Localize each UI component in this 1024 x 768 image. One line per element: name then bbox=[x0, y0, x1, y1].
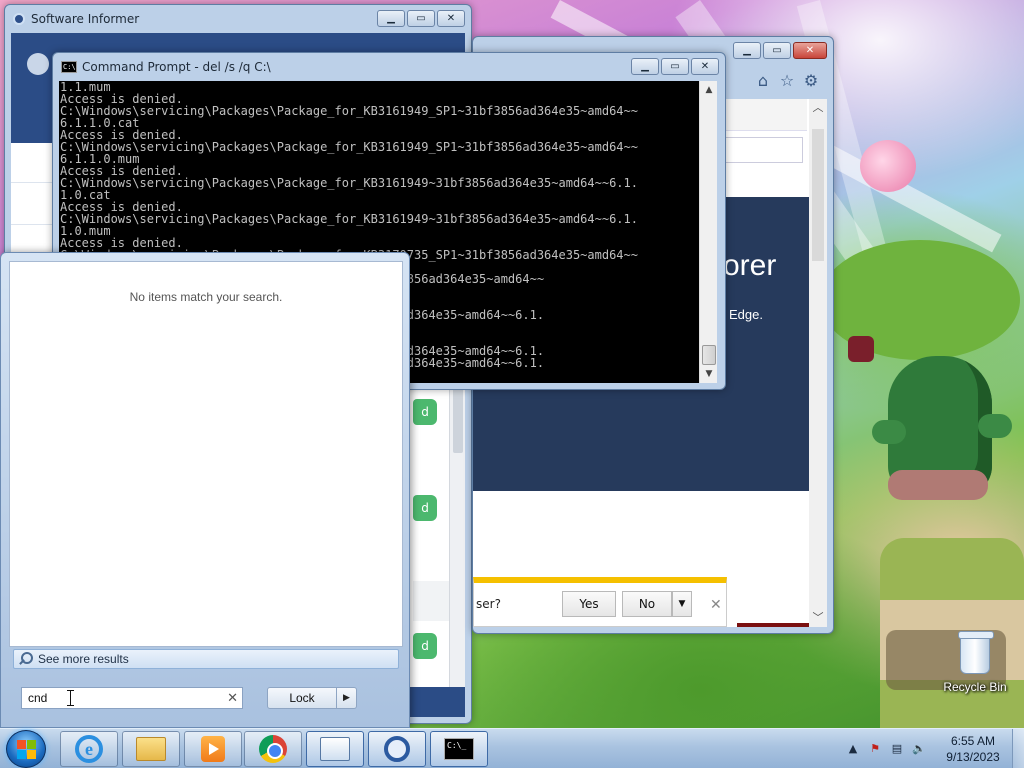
power-options-arrow-icon[interactable]: ▶ bbox=[337, 687, 357, 709]
clock-date: 9/13/2023 bbox=[946, 750, 1000, 764]
taskbar-on-screen-keyboard[interactable] bbox=[306, 731, 364, 767]
recycle-bin-icon bbox=[958, 631, 994, 674]
console-line: C:\Windows\servicing\Packages\Package_fo… bbox=[60, 104, 638, 118]
chevron-up-icon[interactable]: ︿ bbox=[811, 101, 825, 115]
no-button[interactable]: No bbox=[622, 591, 672, 617]
command-prompt-titlebar[interactable]: C:\ Command Prompt - del /s /q C:\ bbox=[53, 53, 725, 81]
download-button[interactable]: d bbox=[413, 633, 437, 659]
minimize-button[interactable]: ▁ bbox=[377, 10, 405, 27]
vertical-scrollbar[interactable]: ︿ ﹀ bbox=[809, 99, 827, 627]
red-cube bbox=[848, 336, 874, 362]
search-input-value: cnd bbox=[28, 691, 48, 705]
close-icon[interactable]: ✕ bbox=[710, 597, 722, 613]
maximize-button[interactable]: ▭ bbox=[763, 42, 791, 59]
system-clock[interactable]: 6:55 AM 9/13/2023 bbox=[938, 733, 1008, 765]
scroll-thumb[interactable] bbox=[812, 129, 824, 261]
scroll-down-arrow-icon[interactable]: ▼ bbox=[702, 367, 716, 381]
scroll-thumb[interactable] bbox=[702, 345, 716, 365]
start-button[interactable] bbox=[6, 730, 46, 768]
side-panel bbox=[11, 185, 55, 225]
notification-question: ser? bbox=[476, 597, 501, 611]
scroll-up-arrow-icon[interactable]: ▲ bbox=[702, 83, 716, 97]
network-icon[interactable]: ▤ bbox=[890, 742, 904, 756]
internet-explorer-icon: e bbox=[75, 735, 103, 763]
console-line: C:\Windows\servicing\Packages\Package_fo… bbox=[60, 176, 638, 190]
window-title: Software Informer bbox=[31, 12, 140, 26]
console-line: C:\Windows\servicing\Packages\Package_fo… bbox=[60, 140, 638, 154]
chevron-down-icon[interactable]: ﹀ bbox=[811, 611, 825, 625]
notification-bar: ser? Yes No ▼ ✕ bbox=[473, 577, 727, 627]
yes-button[interactable]: Yes bbox=[562, 591, 616, 617]
notification-area: ▲ ⚑ ▤ 🔈 bbox=[842, 729, 942, 768]
vertical-scrollbar[interactable]: ▲ ▼ bbox=[699, 81, 717, 383]
taskbar-windows-explorer[interactable] bbox=[122, 731, 180, 767]
close-button[interactable]: ✕ bbox=[437, 10, 465, 27]
close-button[interactable]: ✕ bbox=[691, 58, 719, 75]
software-informer-icon bbox=[13, 13, 25, 25]
donut-planet bbox=[860, 140, 916, 192]
search-results-list: No items match your search. bbox=[9, 261, 403, 647]
taskbar: e C:\_ ▲ ⚑ ▤ 🔈 6:55 AM 9/13/2023 bbox=[0, 728, 1024, 768]
download-button[interactable]: d bbox=[413, 495, 437, 521]
chrome-icon bbox=[259, 735, 287, 763]
close-button[interactable]: ✕ bbox=[793, 42, 827, 59]
user-icon[interactable] bbox=[27, 53, 49, 75]
taskbar-internet-explorer[interactable]: e bbox=[60, 731, 118, 767]
console-line: C:\Windows\servicing\Packages\Package_fo… bbox=[60, 212, 638, 226]
side-panel bbox=[11, 143, 55, 183]
lock-button[interactable]: Lock bbox=[267, 687, 337, 709]
volume-muted-icon[interactable]: 🔈 bbox=[912, 742, 926, 756]
search-icon bbox=[18, 652, 33, 666]
download-button[interactable]: d bbox=[413, 399, 437, 425]
maximize-button[interactable]: ▭ bbox=[661, 58, 689, 75]
maximize-button[interactable]: ▭ bbox=[407, 10, 435, 27]
see-more-results-link[interactable]: See more results bbox=[13, 649, 399, 669]
no-dropdown-arrow[interactable]: ▼ bbox=[672, 591, 692, 617]
show-desktop-button[interactable] bbox=[1012, 729, 1024, 768]
action-center-flag-icon[interactable]: ⚑ bbox=[868, 742, 882, 756]
taskbar-magnifier[interactable] bbox=[368, 731, 426, 767]
keyboard-icon bbox=[320, 737, 350, 761]
recycle-bin-label: Recycle Bin bbox=[943, 680, 1007, 694]
list-item bbox=[413, 581, 453, 621]
taskbar-media-player[interactable] bbox=[184, 731, 242, 767]
hero-subtitle: Edge. bbox=[729, 307, 763, 322]
minimize-button[interactable]: ▁ bbox=[631, 58, 659, 75]
windows-logo-icon bbox=[17, 740, 37, 760]
minimize-button[interactable]: ▁ bbox=[733, 42, 761, 59]
folder-icon bbox=[136, 737, 166, 761]
start-menu: No items match your search. See more res… bbox=[0, 252, 410, 728]
see-more-results-label: See more results bbox=[38, 652, 129, 666]
text-cursor bbox=[67, 690, 74, 706]
gear-icon[interactable]: ⚙ bbox=[801, 71, 821, 91]
hero-title: orer bbox=[723, 249, 777, 282]
command-prompt-icon: C:\ bbox=[61, 61, 77, 73]
favorites-star-icon[interactable]: ☆ bbox=[777, 71, 797, 91]
window-title: Command Prompt - del /s /q C:\ bbox=[82, 60, 271, 74]
home-icon[interactable]: ⌂ bbox=[753, 71, 773, 91]
clear-search-icon[interactable]: ✕ bbox=[227, 690, 238, 706]
start-search-input[interactable]: cnd ✕ bbox=[21, 687, 243, 709]
command-prompt-icon: C:\_ bbox=[444, 738, 474, 760]
no-results-message: No items match your search. bbox=[129, 290, 283, 304]
magnifier-icon bbox=[384, 736, 410, 762]
taskbar-google-chrome[interactable] bbox=[244, 731, 302, 767]
media-player-icon bbox=[201, 736, 225, 762]
clock-time: 6:55 AM bbox=[950, 734, 996, 748]
recycle-bin-shortcut[interactable]: Recycle Bin bbox=[940, 630, 1010, 700]
page-strip bbox=[737, 623, 811, 627]
show-hidden-icons-arrow-icon[interactable]: ▲ bbox=[846, 742, 860, 756]
taskbar-command-prompt[interactable]: C:\_ bbox=[430, 731, 488, 767]
